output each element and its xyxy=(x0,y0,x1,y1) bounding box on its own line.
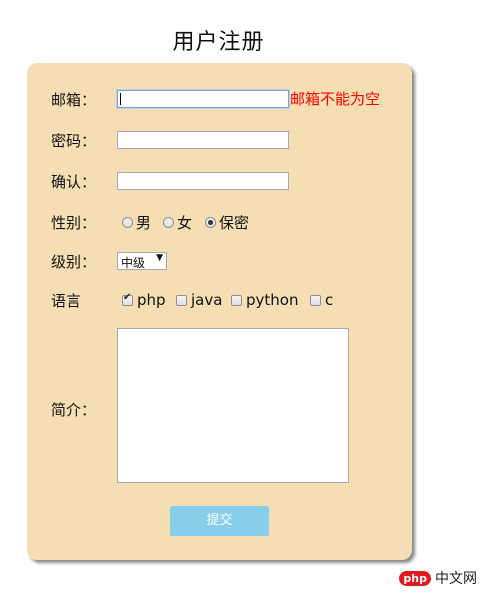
language-label: 语言 xyxy=(51,292,82,310)
dropdown-arrow-icon: ▼ xyxy=(156,253,163,263)
gender-label: 性别： xyxy=(51,214,97,232)
password-field[interactable] xyxy=(117,131,289,149)
language-option-php[interactable]: php xyxy=(122,290,166,310)
gender-option-secret[interactable]: 保密 xyxy=(205,212,249,232)
bio-label: 简介： xyxy=(51,401,97,419)
language-row: 语言 php java python c xyxy=(27,288,412,312)
gender-option-label: 女 xyxy=(177,213,193,232)
gender-option-label: 保密 xyxy=(219,213,250,232)
email-field[interactable] xyxy=(117,90,289,108)
php-logo-icon: php xyxy=(399,570,431,586)
password-row: 密码： xyxy=(27,128,412,152)
radio-male[interactable] xyxy=(122,216,133,228)
level-selected-value: 中级 xyxy=(121,256,146,270)
confirm-password-field[interactable] xyxy=(117,172,289,190)
registration-page: 用户注册 邮箱： 邮箱不能为空 密码： 确认： 性别： 男 女 保密 级别： 中… xyxy=(0,0,485,596)
gender-option-female[interactable]: 女 xyxy=(163,212,192,232)
confirm-label: 确认： xyxy=(51,173,97,191)
page-title: 用户注册 xyxy=(172,30,265,55)
level-label: 级别： xyxy=(51,253,97,271)
email-row: 邮箱： 邮箱不能为空 xyxy=(27,87,412,111)
language-option-python[interactable]: python xyxy=(231,290,298,310)
bio-textarea[interactable] xyxy=(117,328,349,483)
text-caret xyxy=(120,93,121,105)
checkbox-java[interactable] xyxy=(176,294,187,306)
level-select[interactable]: 中级 ▼ xyxy=(117,252,167,270)
confirm-row: 确认： xyxy=(27,169,412,193)
language-option-label: c xyxy=(325,291,334,309)
radio-secret[interactable] xyxy=(205,216,216,228)
checkbox-c[interactable] xyxy=(310,294,321,306)
checkbox-php[interactable] xyxy=(122,292,133,306)
level-row: 级别： 中级 ▼ xyxy=(27,249,412,273)
submit-button[interactable]: 提交 xyxy=(170,506,269,536)
password-label: 密码： xyxy=(51,132,97,150)
checkbox-python[interactable] xyxy=(231,294,242,306)
gender-row: 性别： 男 女 保密 xyxy=(27,210,412,234)
language-option-label: php xyxy=(137,291,166,309)
watermark-site-text: 中文网 xyxy=(435,571,477,587)
gender-option-male[interactable]: 男 xyxy=(122,212,151,232)
language-option-label: java xyxy=(191,291,223,309)
email-label: 邮箱： xyxy=(51,91,97,109)
language-option-label: python xyxy=(246,291,299,309)
language-option-c[interactable]: c xyxy=(310,290,333,310)
language-option-java[interactable]: java xyxy=(176,290,222,310)
gender-option-label: 男 xyxy=(136,213,152,232)
site-watermark: php 中文网 xyxy=(399,568,477,588)
radio-female[interactable] xyxy=(163,216,174,228)
registration-form: 邮箱： 邮箱不能为空 密码： 确认： 性别： 男 女 保密 级别： 中级 ▼ 语… xyxy=(27,63,412,560)
email-error-message: 邮箱不能为空 xyxy=(290,90,381,108)
